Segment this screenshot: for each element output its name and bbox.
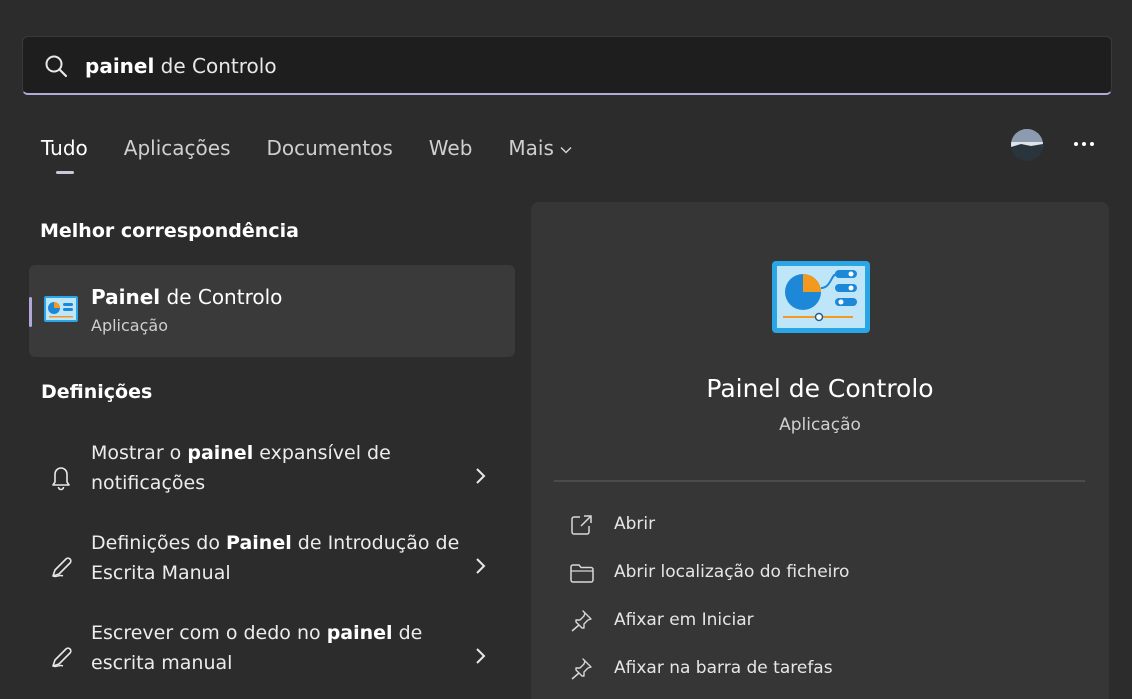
action-label: Afixar na barra de tarefas	[614, 658, 833, 678]
action-label: Afixar em Iniciar	[614, 610, 754, 630]
control-panel-icon	[772, 261, 870, 333]
setting-item-finger-writing[interactable]: Escrever com o dedo no painel de escrita…	[29, 618, 515, 698]
pen-icon	[52, 647, 72, 668]
best-match-subtitle: Aplicação	[91, 316, 168, 335]
best-match-item[interactable]: Painel de Controlo Aplicação	[29, 265, 515, 357]
open-external-icon	[571, 515, 592, 535]
pen-icon	[52, 557, 72, 578]
tab-apps[interactable]: Aplicações	[124, 136, 231, 176]
setting-item-label: Mostrar o painel expansível de notificaç…	[91, 442, 391, 494]
bell-icon	[52, 467, 70, 491]
tab-more[interactable]: Mais	[508, 136, 572, 176]
chevron-right-icon	[476, 558, 486, 574]
best-match-title: Painel de Controlo	[91, 285, 283, 309]
chevron-right-icon	[476, 468, 486, 484]
detail-subtitle: Aplicação	[779, 415, 861, 435]
setting-item-label: Escrever com o dedo no painel de escrita…	[91, 622, 423, 674]
pin-icon	[571, 610, 592, 632]
avatar-image	[1011, 129, 1043, 161]
pin-to-taskbar-action[interactable]: Afixar na barra de tarefas	[569, 654, 1069, 684]
control-panel-icon	[44, 296, 78, 322]
chevron-right-icon	[476, 648, 486, 664]
action-label: Abrir localização do ficheiro	[614, 562, 850, 582]
tab-more-label: Mais	[508, 136, 554, 160]
filter-tabs: Tudo Aplicações Documentos Web Mais	[41, 136, 608, 176]
search-input[interactable]: painel de Controlo	[85, 54, 277, 78]
divider	[554, 480, 1085, 482]
tab-web[interactable]: Web	[429, 136, 473, 176]
action-label: Abrir	[614, 514, 656, 534]
detail-panel: Painel de Controlo Aplicação Abrir Abrir…	[531, 202, 1109, 699]
folder-icon	[570, 564, 594, 583]
best-match-heading: Melhor correspondência	[40, 220, 299, 242]
chevron-down-icon	[560, 146, 572, 154]
search-box[interactable]: painel de Controlo	[22, 36, 1112, 95]
pin-icon	[571, 658, 592, 680]
setting-item-notifications[interactable]: Mostrar o painel expansível de notificaç…	[29, 438, 515, 518]
detail-title: Painel de Controlo	[706, 374, 934, 403]
tab-all[interactable]: Tudo	[41, 136, 88, 176]
search-icon	[45, 55, 68, 78]
tab-documents[interactable]: Documentos	[267, 136, 393, 176]
selection-indicator	[29, 297, 32, 327]
settings-heading: Definições	[41, 381, 153, 403]
more-options-icon[interactable]	[1070, 134, 1098, 154]
open-action[interactable]: Abrir	[569, 510, 1069, 540]
open-file-location-action[interactable]: Abrir localização do ficheiro	[569, 558, 1069, 588]
setting-item-label: Definições do Painel de Introdução de Es…	[91, 532, 460, 584]
avatar[interactable]	[1011, 129, 1043, 161]
pin-to-start-action[interactable]: Afixar em Iniciar	[569, 606, 1069, 636]
setting-item-handwriting-panel[interactable]: Definições do Painel de Introdução de Es…	[29, 528, 515, 608]
